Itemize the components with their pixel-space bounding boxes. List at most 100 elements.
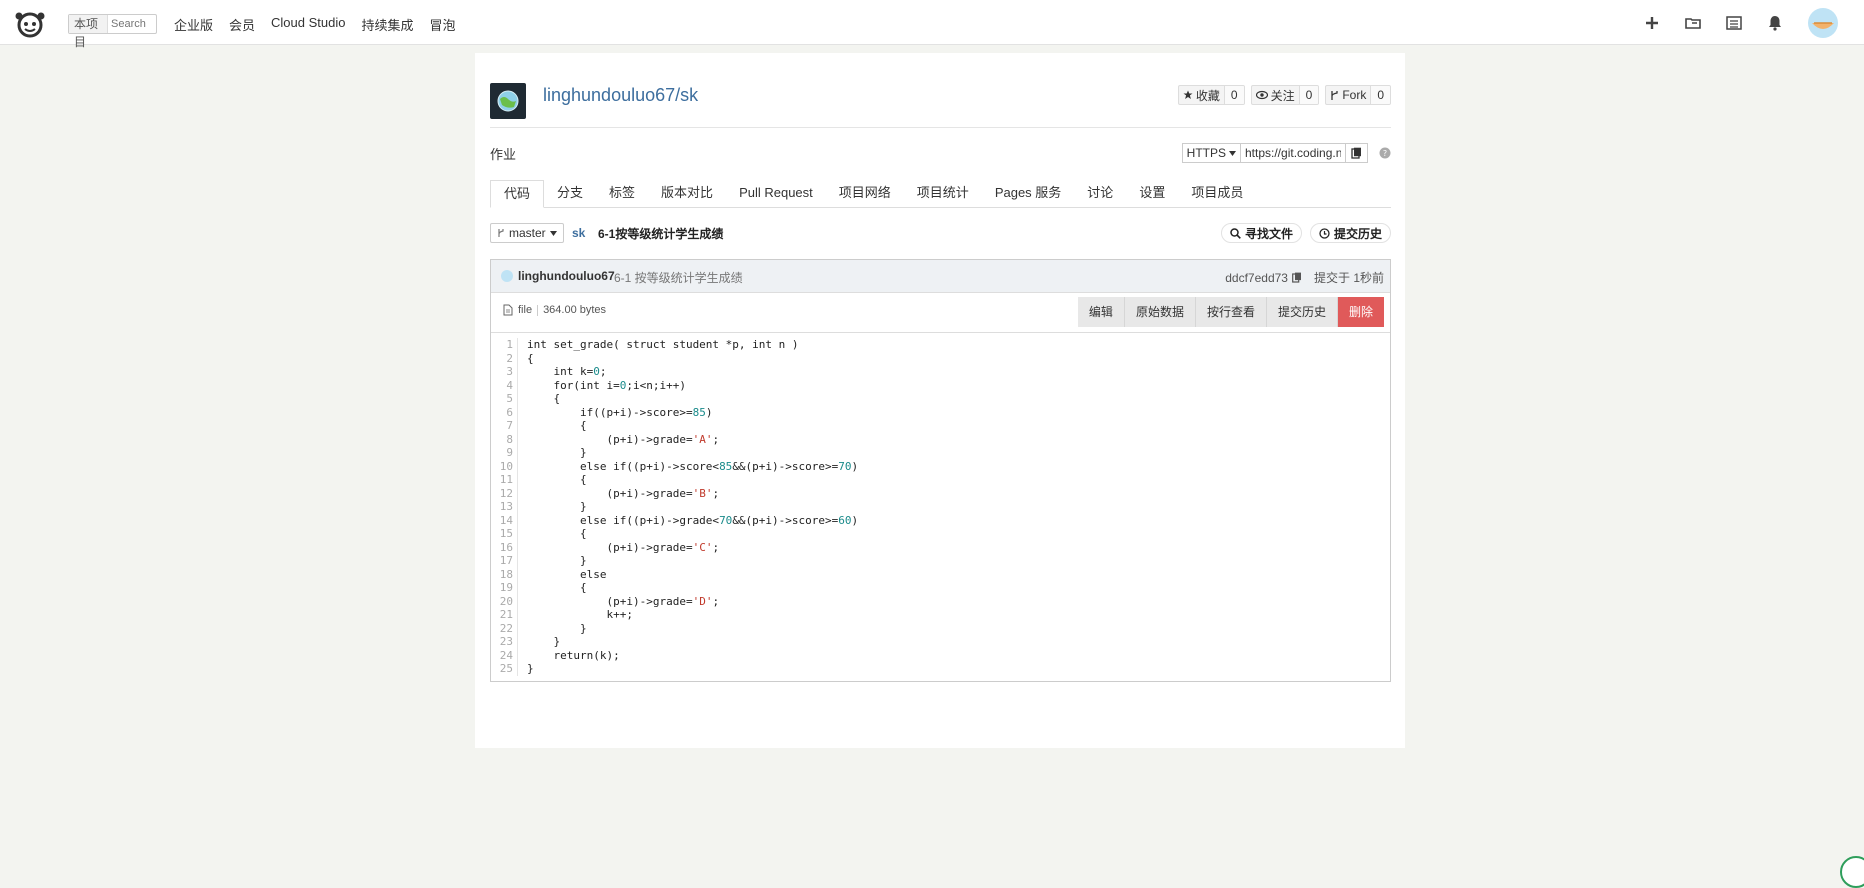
file-viewer: linghundouluo67 6-1 按等级统计学生成绩 ddcf7edd73… xyxy=(490,259,1391,682)
commit-user[interactable]: linghundouluo67 xyxy=(518,269,615,283)
code-line: k++; xyxy=(527,608,633,621)
repo-description: 作业 xyxy=(490,147,517,162)
code-line: } xyxy=(527,662,534,675)
code-line: { xyxy=(527,351,534,365)
code-line: } xyxy=(527,621,587,635)
clipboard-icon[interactable] xyxy=(1292,272,1302,283)
code-line: } xyxy=(527,446,587,459)
repo-avatar[interactable] xyxy=(490,83,526,119)
nav-link-enterprise[interactable]: 企业版 xyxy=(174,15,213,34)
fork-button[interactable]: Fork 0 xyxy=(1325,85,1391,105)
nav-link-ci[interactable]: 持续集成 xyxy=(361,15,413,34)
file-header: file 364.00 bytes 编辑 原始数据 按行查看 提交历史 删除 xyxy=(491,293,1390,333)
search-input[interactable] xyxy=(108,18,156,30)
code-line: else if((p+i)->score<85&&(p+i)->score>=7… xyxy=(527,459,859,473)
commit-user-avatar[interactable] xyxy=(501,270,513,282)
plus-icon[interactable] xyxy=(1644,15,1660,31)
meta-separator xyxy=(537,304,539,316)
line-number: 17 xyxy=(499,554,513,567)
floating-widget[interactable] xyxy=(1840,856,1864,888)
edit-button[interactable]: 编辑 xyxy=(1077,297,1125,327)
nav-link-member[interactable]: 会员 xyxy=(229,15,255,34)
file-size: 364.00 bytes xyxy=(543,304,607,316)
coding-logo-icon[interactable] xyxy=(14,8,46,38)
star-button[interactable]: 收藏 0 xyxy=(1177,85,1245,105)
caret-down-icon xyxy=(1229,150,1236,156)
code-content[interactable]: int set_grade( struct student *p, int n … xyxy=(518,338,858,676)
file-type: file xyxy=(518,304,533,316)
raw-button[interactable]: 原始数据 xyxy=(1124,297,1196,327)
commit-info: ddcf7edd73 提交于 1秒前 xyxy=(1225,269,1384,286)
watch-label: 关注 xyxy=(1270,88,1295,103)
tab-network[interactable]: 项目网络 xyxy=(826,180,904,207)
commit-history-button[interactable]: 提交历史 xyxy=(1309,223,1391,243)
clone-protocol-label: HTTPS xyxy=(1186,146,1226,160)
blame-button[interactable]: 按行查看 xyxy=(1195,297,1267,327)
code-line: } xyxy=(527,500,587,513)
line-number: 11 xyxy=(499,473,513,486)
tab-tags[interactable]: 标签 xyxy=(596,180,648,207)
tab-code[interactable]: 代码 xyxy=(490,180,545,208)
code-line: (p+i)->grade='C'; xyxy=(527,540,720,554)
user-avatar[interactable] xyxy=(1808,8,1838,38)
code-line: int k=0; xyxy=(527,365,607,378)
line-number: 25 xyxy=(499,662,513,675)
bell-icon[interactable] xyxy=(1767,15,1783,31)
branch-icon xyxy=(498,229,504,237)
folder-icon[interactable] xyxy=(1685,15,1701,31)
code-area[interactable]: 1 2 3 4 5 6 7 8 9 10 11 12 13 14 15 16 17 18 19 20 21 22 23 24 2… xyxy=(491,333,1390,676)
main-panel: linghundouluo67/sk 收藏 0 关注 0 Fork 0 作业 H… xyxy=(475,53,1405,748)
code-line: { xyxy=(527,419,587,432)
tab-discuss[interactable]: 讨论 xyxy=(1074,180,1126,207)
eye-icon xyxy=(1255,90,1268,100)
code-line: else if((p+i)->grade<70&&(p+i)->score>=6… xyxy=(527,513,859,527)
nav-link-bubble[interactable]: 冒泡 xyxy=(430,15,456,34)
tab-compare[interactable]: 版本对比 xyxy=(648,180,726,207)
line-number: 2 xyxy=(506,351,513,365)
code-line: return(k); xyxy=(527,648,620,662)
line-number: 18 xyxy=(499,567,513,581)
clone-url-input[interactable] xyxy=(1240,143,1346,163)
line-number: 20 xyxy=(499,594,513,608)
line-number: 19 xyxy=(499,581,513,594)
line-number: 10 xyxy=(499,459,513,473)
line-number: 3 xyxy=(506,365,513,378)
search-scope[interactable]: 本项目 xyxy=(69,15,108,49)
file-actions: 编辑 原始数据 按行查看 提交历史 删除 xyxy=(1077,297,1384,327)
commit-message[interactable]: 6-1 按等级统计学生成绩 xyxy=(614,269,743,286)
nav-link-cloud-studio[interactable]: Cloud Studio xyxy=(271,15,345,34)
list-icon[interactable] xyxy=(1726,15,1742,31)
code-line: (p+i)->grade='D'; xyxy=(527,594,720,608)
code-line: { xyxy=(527,581,587,594)
clone-url-group: HTTPS ? xyxy=(1181,143,1391,163)
line-number: 4 xyxy=(506,378,513,392)
star-count: 0 xyxy=(1223,86,1244,104)
line-number: 16 xyxy=(499,540,513,554)
delete-button[interactable]: 删除 xyxy=(1337,297,1384,327)
tab-settings[interactable]: 设置 xyxy=(1126,180,1178,207)
fork-label: Fork xyxy=(1342,88,1367,102)
code-line: { xyxy=(527,527,587,540)
tab-pages[interactable]: Pages 服务 xyxy=(982,180,1074,207)
line-number: 7 xyxy=(506,419,513,432)
repo-title-link[interactable]: linghundouluo67/sk xyxy=(543,85,698,106)
fork-icon xyxy=(1331,90,1338,100)
branch-selector[interactable]: master xyxy=(490,223,564,243)
clone-protocol-select[interactable]: HTTPS xyxy=(1181,143,1240,163)
line-number: 12 xyxy=(499,486,513,500)
help-icon[interactable]: ? xyxy=(1379,147,1391,159)
file-history-button[interactable]: 提交历史 xyxy=(1266,297,1338,327)
tab-members[interactable]: 项目成员 xyxy=(1178,180,1256,207)
tab-stats[interactable]: 项目统计 xyxy=(904,180,982,207)
commit-hash[interactable]: ddcf7edd73 xyxy=(1225,271,1288,285)
fork-count: 0 xyxy=(1370,86,1390,104)
find-file-button[interactable]: 寻找文件 xyxy=(1220,223,1302,243)
copy-url-button[interactable] xyxy=(1346,143,1368,163)
branch-label: master xyxy=(509,226,546,240)
watch-button[interactable]: 关注 0 xyxy=(1250,85,1320,105)
tab-pull-request[interactable]: Pull Request xyxy=(726,180,826,207)
search-box[interactable]: 本项目 xyxy=(68,14,157,49)
breadcrumb-repo[interactable]: sk xyxy=(572,226,585,240)
file-icon xyxy=(503,304,513,316)
tab-branches[interactable]: 分支 xyxy=(544,180,596,207)
